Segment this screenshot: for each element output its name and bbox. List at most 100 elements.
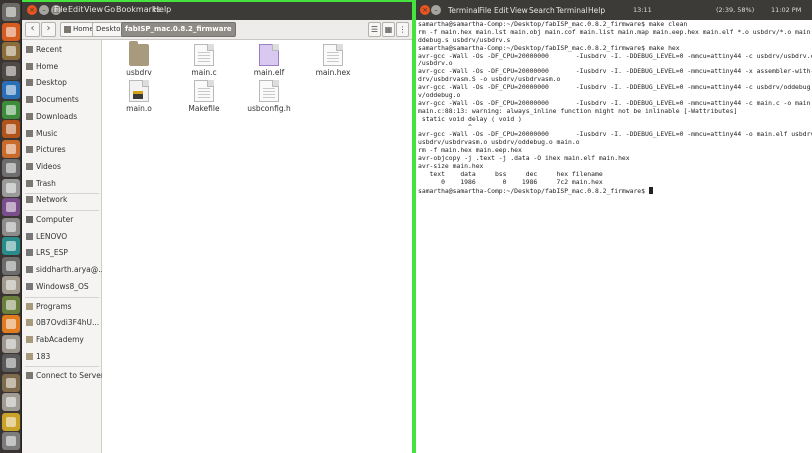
disk-icon[interactable] bbox=[2, 393, 20, 411]
sidebar-item-network[interactable]: Network bbox=[26, 195, 102, 207]
terminal-line: samartha@samartha-Comp:~/Desktop/fabISP_… bbox=[418, 44, 680, 52]
file-name: Makefile bbox=[188, 104, 220, 113]
sidebar-item-label: Downloads bbox=[36, 111, 78, 121]
inkscape-icon[interactable] bbox=[2, 354, 20, 372]
terminal-menu-5[interactable]: Terminal bbox=[556, 6, 588, 15]
sidebar-item-label: Windows8_OS bbox=[36, 281, 89, 291]
file-item[interactable]: usbdrv bbox=[109, 41, 169, 77]
minimize-window-button[interactable]: – bbox=[39, 5, 49, 15]
terminal-menu-3[interactable]: View bbox=[510, 6, 528, 15]
file-item[interactable]: main.c bbox=[174, 44, 234, 77]
forward-button[interactable]: › bbox=[41, 22, 56, 37]
back-button[interactable]: ‹ bbox=[25, 22, 40, 37]
sidebar-item-label: Pictures bbox=[36, 145, 66, 155]
file-item[interactable]: main.hex bbox=[303, 44, 363, 77]
libreoffice-impress-icon[interactable] bbox=[2, 120, 20, 138]
breadcrumb-current-folder[interactable]: fabISP_mac.0.8.2_firmware bbox=[121, 22, 236, 37]
menu-view[interactable]: View bbox=[84, 5, 103, 14]
trash-icon bbox=[26, 179, 33, 187]
list-view-button[interactable]: ☰ bbox=[368, 22, 381, 37]
terminal-line: avr-size main.hex bbox=[418, 163, 484, 171]
sidebar-item-label: Network bbox=[36, 195, 68, 205]
folder-icon bbox=[26, 335, 33, 343]
terminal-menu-6[interactable]: Help bbox=[588, 6, 605, 15]
disk-icon-glyph bbox=[6, 280, 16, 290]
sidebar-item-label: Computer bbox=[36, 215, 74, 224]
arduino-icon[interactable] bbox=[2, 237, 20, 255]
sidebar-item-bookmark-1[interactable]: 0B7Ovdi3F4hU... bbox=[26, 318, 102, 330]
blender-icon[interactable] bbox=[2, 315, 20, 333]
sidebar-item-desktop[interactable]: Desktop bbox=[26, 78, 102, 90]
sidebar-item-device-2[interactable]: LRS_ESP bbox=[26, 248, 102, 260]
object-file-badge bbox=[133, 91, 143, 99]
chart-icon[interactable] bbox=[2, 295, 20, 314]
monitor-icon[interactable] bbox=[2, 256, 20, 275]
battery-indicator[interactable]: (2:39, 58%) bbox=[716, 6, 754, 14]
sidebar-item-documents[interactable]: Documents bbox=[26, 95, 102, 107]
sidebar-item-videos[interactable]: Videos bbox=[26, 162, 102, 174]
sidebar-item-device-4[interactable]: Windows8_OS bbox=[26, 282, 102, 294]
software-center-icon[interactable] bbox=[2, 139, 20, 158]
disk-icon[interactable] bbox=[2, 276, 20, 294]
drive-icon bbox=[26, 232, 33, 240]
sidebar-item-bookmark-0[interactable]: Programs bbox=[26, 302, 102, 314]
terminal-window: Terminal File Edit View Search Terminal Help × –… bbox=[416, 0, 812, 453]
file-item[interactable]: main.o bbox=[109, 80, 169, 113]
terminal-output[interactable]: samartha@samartha-Comp:~/Desktop/fabISP_… bbox=[418, 21, 812, 451]
grid-view-button[interactable]: ▦ bbox=[382, 22, 395, 37]
clock[interactable]: 11:02 PM bbox=[771, 6, 801, 14]
system-settings-icon-glyph bbox=[6, 182, 16, 193]
amazon-icon[interactable] bbox=[2, 159, 20, 177]
terminal-menu-4[interactable]: Search bbox=[529, 6, 555, 15]
menu-help[interactable]: Help bbox=[153, 5, 171, 14]
terminal-menu-1[interactable]: File bbox=[479, 6, 492, 15]
terminal-line: samartha@samartha-Comp:~/Desktop/fabISP_… bbox=[418, 21, 688, 28]
sidebar-item-bookmark-2[interactable]: FabAcademy bbox=[26, 335, 102, 347]
menu-file[interactable]: File bbox=[54, 5, 67, 14]
text-file-icon bbox=[194, 44, 214, 66]
terminal-menu-0[interactable]: Terminal bbox=[448, 6, 480, 15]
terminal-line: avr-gcc -Wall -Os -DF_CPU=20000000 -Iusb… bbox=[418, 52, 812, 60]
sidebar-item-connect-to-server[interactable]: Connect to Server bbox=[26, 371, 102, 383]
trash-icon[interactable] bbox=[2, 432, 20, 450]
libreoffice-calc-icon[interactable] bbox=[2, 100, 20, 119]
sidebar-item-bookmark-3[interactable]: 183 bbox=[26, 352, 102, 364]
close-window-button[interactable]: × bbox=[27, 5, 37, 15]
sidebar-item-recent[interactable]: Recent bbox=[26, 45, 102, 57]
system-settings-icon[interactable] bbox=[2, 178, 20, 197]
terminal-close-button[interactable]: × bbox=[420, 5, 430, 15]
usb-drive-icon[interactable] bbox=[2, 217, 20, 236]
folder-icon bbox=[26, 352, 33, 360]
file-item[interactable]: Makefile bbox=[174, 80, 234, 113]
ubuntu-dash-icon[interactable] bbox=[2, 3, 20, 21]
scratch-icon[interactable] bbox=[2, 412, 20, 431]
terminal-icon[interactable] bbox=[2, 61, 20, 80]
menu-go[interactable]: Go bbox=[104, 5, 115, 14]
file-item[interactable]: main.elf bbox=[239, 44, 299, 77]
disk-icon[interactable] bbox=[2, 334, 20, 353]
application-icon[interactable] bbox=[2, 198, 20, 216]
sidebar-item-trash[interactable]: Trash bbox=[26, 179, 102, 191]
sidebar-item-device-0[interactable]: Computer bbox=[26, 215, 102, 227]
terminal-menu-2[interactable]: Edit bbox=[494, 6, 509, 15]
music-icon bbox=[26, 129, 33, 137]
sidebar-item-home[interactable]: Home bbox=[26, 62, 102, 74]
gimp-icon[interactable] bbox=[2, 373, 20, 392]
sidebar-item-downloads[interactable]: Downloads bbox=[26, 112, 102, 124]
terminal-cursor bbox=[648, 186, 653, 194]
files-icon[interactable] bbox=[2, 42, 20, 60]
terminal-minimize-button[interactable]: – bbox=[431, 5, 441, 15]
sidebar-separator bbox=[25, 210, 99, 211]
menu-button[interactable]: ⋮ bbox=[396, 22, 409, 37]
libreoffice-writer-icon[interactable] bbox=[2, 81, 20, 99]
menu-edit[interactable]: Edit bbox=[68, 5, 84, 14]
file-item[interactable]: usbconfig.h bbox=[239, 80, 299, 113]
sidebar-item-device-3[interactable]: siddharth.arya@... bbox=[26, 265, 102, 277]
sidebar-item-pictures[interactable]: Pictures bbox=[26, 145, 102, 157]
folder-icon bbox=[26, 319, 33, 327]
sidebar-item-music[interactable]: Music bbox=[26, 129, 102, 141]
firefox-icon[interactable] bbox=[2, 22, 20, 41]
terminal-line: v/oddebug.o bbox=[418, 92, 461, 100]
text-file-icon bbox=[194, 80, 214, 102]
sidebar-item-device-1[interactable]: LENOVO bbox=[26, 232, 102, 244]
